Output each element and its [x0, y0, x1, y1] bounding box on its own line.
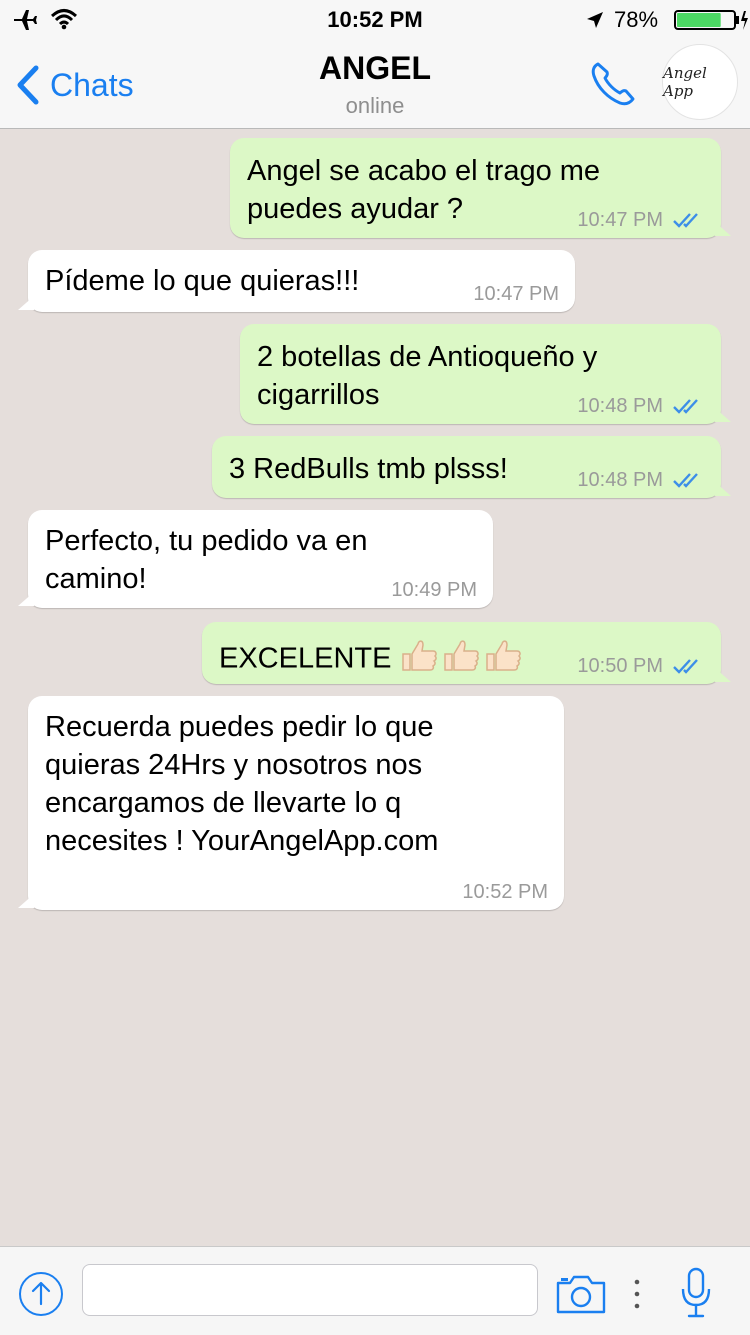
read-receipt-icon — [673, 473, 698, 488]
message-time: 10:48 PM — [577, 395, 663, 417]
message-text: EXCELENTE — [219, 642, 392, 675]
thumbs-up-icon — [444, 640, 480, 671]
message-time: 10:47 PM — [473, 283, 559, 305]
message-outgoing[interactable]: 2 botellas de Antioqueño y cigarrillos 1… — [240, 324, 731, 424]
status-bar: 10:52 PM 78% — [0, 0, 750, 40]
message-text: Recuerda puedes pedir lo que quieras 24H… — [45, 711, 439, 857]
message-time: 10:52 PM — [462, 881, 548, 903]
microphone-icon[interactable] — [680, 1267, 712, 1319]
message-time: 10:47 PM — [577, 209, 663, 231]
read-receipt-icon — [673, 213, 698, 228]
message-outgoing[interactable]: Angel se acabo el trago me puedes ayudar… — [230, 138, 731, 238]
message-input[interactable] — [82, 1264, 538, 1316]
message-time: 10:50 PM — [577, 655, 663, 677]
charging-bolt-icon — [741, 11, 748, 30]
avatar-logo-text: Angel App — [663, 64, 707, 100]
message-incoming[interactable]: Pídeme lo que quieras!!! 10:47 PM — [18, 250, 575, 312]
message-incoming[interactable]: Perfecto, tu pedido va en camino! 10:49 … — [18, 510, 493, 608]
thumbs-up-icon — [402, 640, 438, 671]
top-bar: 10:52 PM 78% Chats ANGEL online Angel Ap… — [0, 0, 750, 129]
thumbs-up-icon — [486, 640, 522, 671]
location-arrow-icon — [587, 12, 603, 28]
input-bar — [0, 1246, 750, 1335]
phone-call-icon[interactable] — [588, 58, 640, 108]
message-outgoing[interactable]: EXCELENTE 10:50 PM — [202, 622, 731, 684]
message-time: 10:48 PM — [577, 469, 663, 491]
more-icon[interactable] — [630, 1275, 644, 1313]
thumbs-up-emoji-group — [399, 636, 525, 684]
message-text: Perfecto, tu pedido va en camino! — [45, 525, 368, 595]
message-incoming[interactable]: Recuerda puedes pedir lo que quieras 24H… — [18, 696, 564, 910]
message-time: 10:49 PM — [391, 579, 477, 601]
battery-percent: 78% — [614, 7, 659, 32]
contact-avatar[interactable]: Angel App — [662, 44, 738, 120]
share-icon[interactable] — [18, 1271, 64, 1317]
read-receipt-icon — [673, 399, 698, 414]
message-outgoing[interactable]: 3 RedBulls tmb plsss! 10:48 PM — [212, 436, 731, 498]
battery-icon — [674, 10, 748, 30]
camera-icon[interactable] — [555, 1273, 607, 1315]
read-receipt-icon — [673, 659, 698, 674]
